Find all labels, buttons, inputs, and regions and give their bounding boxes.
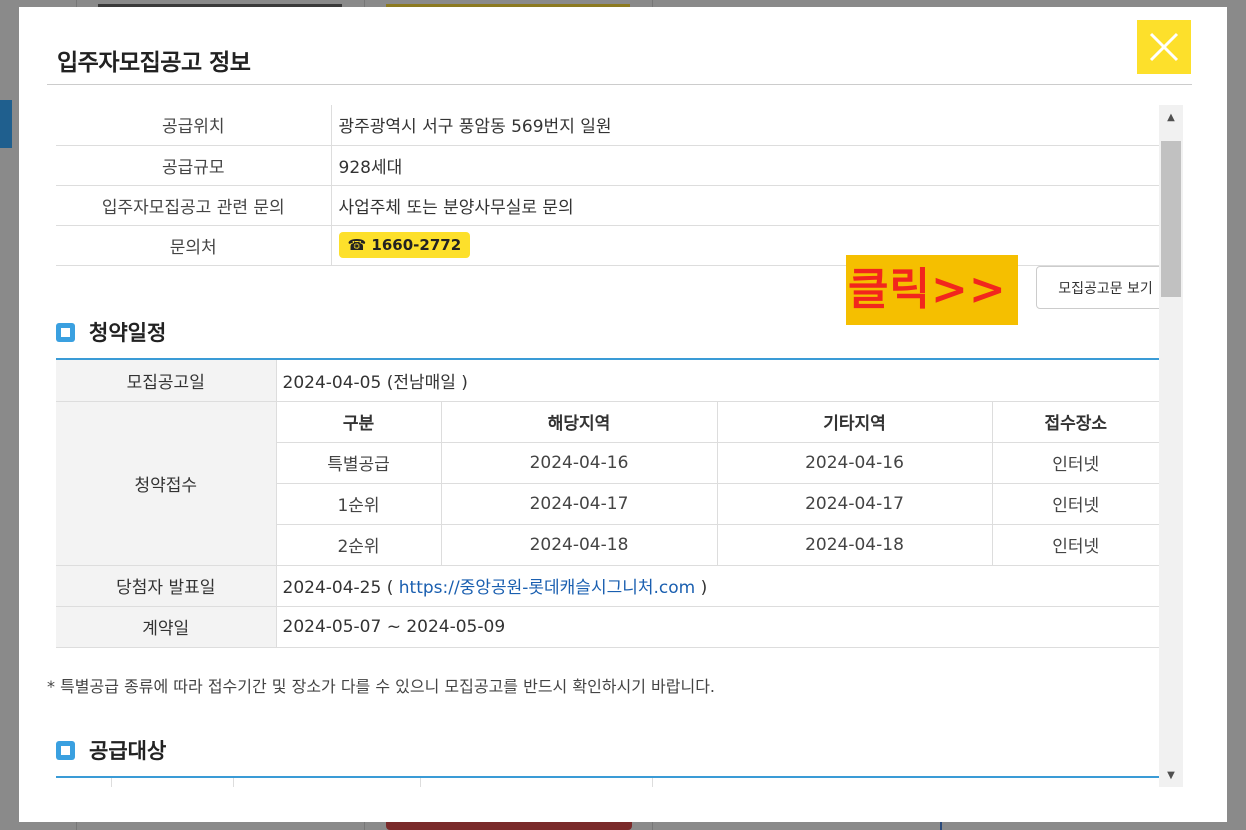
background-tab — [0, 100, 12, 148]
modal-title: 입주자모집공고 정보 — [57, 50, 251, 76]
table-cell: 인터넷 — [992, 524, 1159, 566]
table-row: 청약접수 구분 해당지역 기타지역 접수장소 — [56, 401, 1159, 566]
table-cell: 2024-04-16 — [717, 442, 993, 484]
section-title: 청약일정 — [89, 321, 167, 345]
info-value: 928세대 — [331, 145, 1159, 186]
vertical-scrollbar[interactable]: ▲ ▼ — [1159, 105, 1183, 787]
column-header: 기타지역 — [717, 401, 993, 443]
table-cell: 2024-04-17 — [441, 483, 718, 525]
column-header: 구분 — [276, 401, 442, 443]
title-divider — [47, 84, 1192, 85]
info-modal: 입주자모집공고 정보 공급위치 광주광역시 서구 풍암동 569번지 일원 공급… — [19, 7, 1227, 822]
phone-badge[interactable]: ☎ 1660-2772 — [338, 232, 471, 258]
info-label: 입주자모집공고 관련 문의 — [56, 185, 332, 226]
square-bullet-icon — [56, 322, 75, 342]
modal-scroll-area[interactable]: 공급위치 광주광역시 서구 풍암동 569번지 일원 공급규모 928세대 입주… — [47, 105, 1183, 787]
table-cell: 인터넷 — [992, 442, 1159, 484]
schedule-label: 청약접수 — [56, 401, 277, 566]
schedule-label: 계약일 — [56, 606, 277, 648]
table-row: 계약일 2024-05-07 ~ 2024-05-09 — [56, 606, 1159, 648]
schedule-label: 모집공고일 — [56, 360, 277, 402]
table-row: 공급위치 광주광역시 서구 풍암동 569번지 일원 — [56, 105, 1159, 146]
winner-link[interactable]: https://중앙공원-롯데캐슬시그니처.com — [399, 578, 695, 598]
section-title: 공급대상 — [89, 739, 167, 763]
info-value: 광주광역시 서구 풍암동 569번지 일원 — [331, 105, 1159, 146]
modal-content: 공급위치 광주광역시 서구 풍암동 569번지 일원 공급규모 928세대 입주… — [47, 105, 1175, 787]
table-cell: 2024-04-17 — [717, 483, 993, 525]
info-table: 공급위치 광주광역시 서구 풍암동 569번지 일원 공급규모 928세대 입주… — [56, 105, 1159, 266]
table-cell: 2024-04-18 — [441, 524, 718, 566]
scroll-up-icon[interactable]: ▲ — [1159, 105, 1183, 129]
info-label: 문의처 — [56, 225, 332, 266]
info-label: 공급위치 — [56, 105, 332, 146]
background-button — [386, 822, 632, 830]
scroll-down-icon[interactable]: ▼ — [1159, 763, 1183, 787]
column-header: 해당지역 — [441, 401, 718, 443]
info-value: ☎ 1660-2772 — [331, 225, 1159, 266]
footnote: * 특별공급 종류에 따라 접수기간 및 장소가 다를 수 있으니 모집공고를 … — [47, 677, 716, 696]
table-cell: 특별공급 — [276, 442, 442, 484]
winner-date: 2024-04-25 ( — [282, 578, 394, 598]
close-button[interactable] — [1137, 20, 1191, 74]
supply-table-top — [47, 778, 1159, 787]
schedule-label: 당첨자 발표일 — [56, 565, 277, 607]
info-value: 사업주체 또는 분양사무실로 문의 — [331, 185, 1159, 226]
schedule-section-header: 청약일정 — [56, 317, 166, 347]
schedule-value: 2024-05-07 ~ 2024-05-09 — [276, 606, 1159, 648]
schedule-value: 2024-04-25 ( https://중앙공원-롯데캐슬시그니처.com ) — [276, 565, 1159, 607]
winner-paren: ) — [700, 578, 708, 598]
table-row: 공급규모 928세대 — [56, 145, 1159, 186]
view-notice-button[interactable]: 모집공고문 보기 — [1036, 266, 1175, 309]
close-icon — [1149, 32, 1179, 62]
table-row: 입주자모집공고 관련 문의 사업주체 또는 분양사무실로 문의 — [56, 185, 1159, 226]
table-row: 모집공고일 2024-04-05 (전남매일 ) — [56, 360, 1159, 402]
supply-section-header: 공급대상 — [56, 735, 166, 765]
scroll-thumb[interactable] — [1161, 141, 1181, 297]
table-cell: 2순위 — [276, 524, 442, 566]
schedule-table: 모집공고일 2024-04-05 (전남매일 ) 청약접수 구분 해당지역 기타… — [56, 360, 1159, 648]
table-cell: 인터넷 — [992, 483, 1159, 525]
info-label: 공급규모 — [56, 145, 332, 186]
table-cell: 1순위 — [276, 483, 442, 525]
table-cell: 2024-04-16 — [441, 442, 718, 484]
table-row: 당첨자 발표일 2024-04-25 ( https://중앙공원-롯데캐슬시그… — [56, 565, 1159, 607]
square-bullet-icon — [56, 740, 75, 760]
click-annotation: 클릭>> — [846, 255, 1018, 325]
table-cell: 2024-04-18 — [717, 524, 993, 566]
schedule-value: 2024-04-05 (전남매일 ) — [276, 360, 1159, 402]
column-header: 접수장소 — [992, 401, 1159, 443]
